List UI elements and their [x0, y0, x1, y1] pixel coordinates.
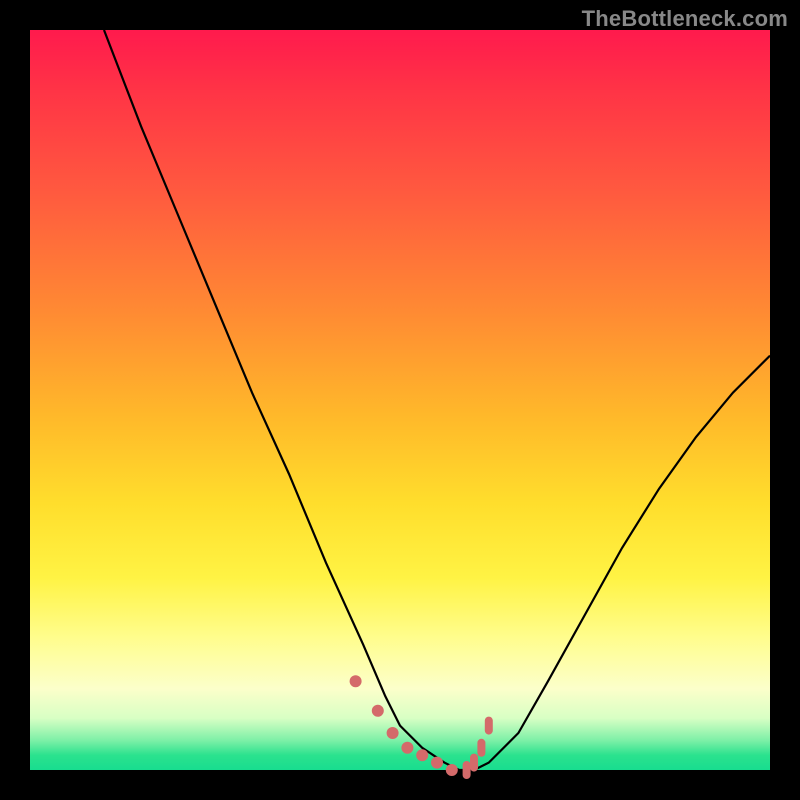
watermark-text: TheBottleneck.com — [582, 6, 788, 32]
bottleneck-curve — [104, 30, 770, 770]
trough-marker — [470, 754, 478, 772]
chart-frame: TheBottleneck.com — [0, 0, 800, 800]
trough-marker — [463, 761, 471, 779]
trough-marker — [431, 757, 443, 769]
curve-layer — [30, 30, 770, 770]
trough-marker — [401, 742, 413, 754]
trough-marker — [416, 749, 428, 761]
trough-marker — [485, 717, 493, 735]
trough-marker — [477, 739, 485, 757]
trough-marker — [446, 764, 458, 776]
trough-marker — [350, 675, 362, 687]
trough-marker — [372, 705, 384, 717]
trough-markers — [350, 675, 493, 779]
trough-marker — [387, 727, 399, 739]
